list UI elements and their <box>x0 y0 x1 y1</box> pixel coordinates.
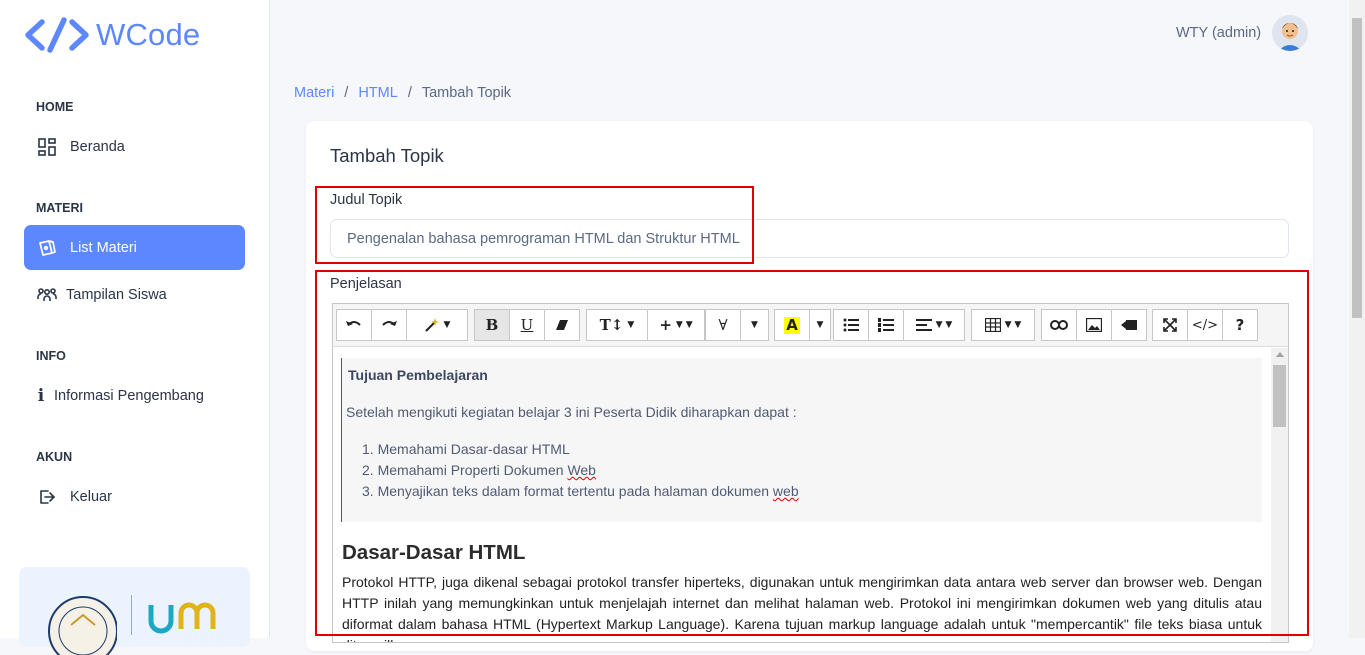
breadcrumb-materi[interactable]: Materi <box>294 85 334 101</box>
breadcrumb-current: Tambah Topik <box>421 85 512 101</box>
highlight-box-judul <box>315 186 754 264</box>
sidebar-item-list-materi[interactable]: List Materi <box>24 225 245 270</box>
users-icon <box>36 284 58 306</box>
sidebar-item-label: Keluar <box>70 488 112 505</box>
avatar[interactable] <box>1272 15 1308 51</box>
breadcrumb-separator: / <box>344 85 349 101</box>
code-brackets-icon <box>25 17 89 53</box>
user-name[interactable]: WTY (admin) <box>1176 25 1261 41</box>
sidebar-item-label: Tampilan Siswa <box>66 286 167 303</box>
nav-caption-akun: AKUN <box>36 450 73 464</box>
sidebar-item-informasi[interactable]: i Informasi Pengembang <box>24 373 245 418</box>
highlight-box-penjelasan <box>315 270 1309 636</box>
breadcrumb-html[interactable]: HTML <box>358 85 397 101</box>
logout-icon <box>36 486 58 508</box>
nav-caption-info: INFO <box>36 349 66 363</box>
sidebar-item-label: Beranda <box>70 138 125 155</box>
sidebar-item-label: List Materi <box>70 239 137 256</box>
breadcrumb-separator: / <box>407 85 412 101</box>
dashboard-icon <box>36 136 58 158</box>
um-logo-icon <box>148 602 216 634</box>
university-seal-icon <box>48 596 117 655</box>
breadcrumb: Materi / HTML / Tambah Topik <box>294 85 511 101</box>
page-scrollbar-thumb[interactable] <box>1352 18 1362 318</box>
nav-caption-home: HOME <box>36 100 74 114</box>
nav-caption-materi: MATERI <box>36 201 83 215</box>
sidebar-item-keluar[interactable]: Keluar <box>24 474 245 519</box>
sidebar-item-label: Informasi Pengembang <box>54 387 204 404</box>
cards-icon <box>36 237 58 259</box>
page-scrollbar[interactable] <box>1349 0 1365 638</box>
page-title: Tambah Topik <box>330 145 444 166</box>
brand-logo[interactable]: WCode <box>24 16 200 54</box>
promo-card <box>19 567 250 655</box>
sidebar: WCode HOME Beranda MATERI List Materi Ta… <box>0 0 270 655</box>
brand-name: WCode <box>96 17 201 52</box>
info-icon: i <box>37 385 45 406</box>
sidebar-item-beranda[interactable]: Beranda <box>24 124 245 169</box>
sidebar-item-tampilan-siswa[interactable]: Tampilan Siswa <box>24 272 245 317</box>
